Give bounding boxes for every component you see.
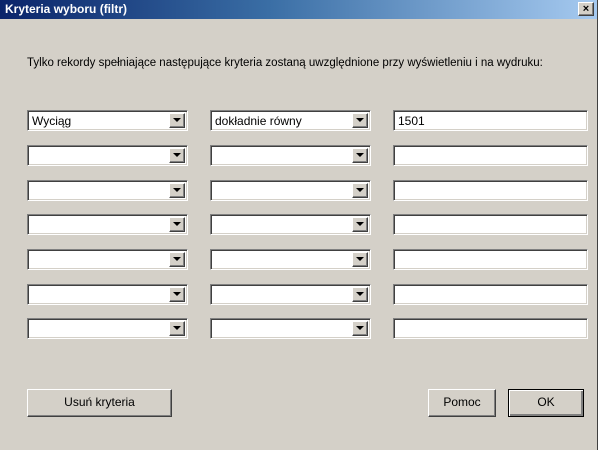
help-button[interactable]: Pomoc: [428, 389, 496, 417]
field-select-value: Wyciąg: [32, 114, 72, 128]
filter-description: Tylko rekordy spełniające następujące kr…: [27, 57, 543, 69]
operator-select-1[interactable]: dokładnie równy: [210, 110, 371, 131]
chevron-down-icon[interactable]: [169, 113, 185, 128]
field-select-6[interactable]: [27, 284, 188, 305]
chevron-down-icon[interactable]: [352, 252, 368, 267]
field-select-4[interactable]: [27, 214, 188, 235]
field-select-3[interactable]: [27, 180, 188, 201]
dialog-title: Kryteria wyboru (filtr): [5, 2, 128, 16]
chevron-down-icon[interactable]: [169, 252, 185, 267]
operator-select-5[interactable]: [210, 249, 371, 270]
chevron-down-icon[interactable]: [169, 183, 185, 198]
chevron-down-icon[interactable]: [169, 217, 185, 232]
chevron-down-icon[interactable]: [169, 287, 185, 302]
close-icon: ×: [582, 3, 590, 15]
chevron-down-icon[interactable]: [352, 148, 368, 163]
operator-select-7[interactable]: [210, 318, 371, 339]
chevron-down-icon[interactable]: [352, 287, 368, 302]
field-select-1[interactable]: Wyciąg: [27, 110, 188, 131]
field-select-2[interactable]: [27, 145, 188, 166]
operator-select-6[interactable]: [210, 284, 371, 305]
remove-criteria-button[interactable]: Usuń kryteria: [27, 389, 172, 417]
chevron-down-icon[interactable]: [169, 321, 185, 336]
chevron-down-icon[interactable]: [352, 183, 368, 198]
chevron-down-icon[interactable]: [169, 148, 185, 163]
filter-dialog: Kryteria wyboru (filtr) × Tylko rekordy …: [0, 0, 598, 450]
value-input-4[interactable]: [393, 214, 588, 235]
close-button[interactable]: ×: [578, 2, 594, 16]
value-input-3[interactable]: [393, 180, 588, 201]
chevron-down-icon[interactable]: [352, 321, 368, 336]
operator-select-2[interactable]: [210, 145, 371, 166]
field-select-5[interactable]: [27, 249, 188, 270]
operator-select-3[interactable]: [210, 180, 371, 201]
chevron-down-icon[interactable]: [352, 217, 368, 232]
value-input-6[interactable]: [393, 284, 588, 305]
operator-select-4[interactable]: [210, 214, 371, 235]
field-select-7[interactable]: [27, 318, 188, 339]
value-input-2[interactable]: [393, 145, 588, 166]
ok-button[interactable]: OK: [508, 389, 584, 417]
value-input-7[interactable]: [393, 318, 588, 339]
title-bar[interactable]: Kryteria wyboru (filtr) ×: [0, 0, 597, 19]
value-input-1[interactable]: [393, 110, 588, 131]
operator-select-value: dokładnie równy: [215, 114, 302, 128]
value-input-5[interactable]: [393, 249, 588, 270]
chevron-down-icon[interactable]: [352, 113, 368, 128]
